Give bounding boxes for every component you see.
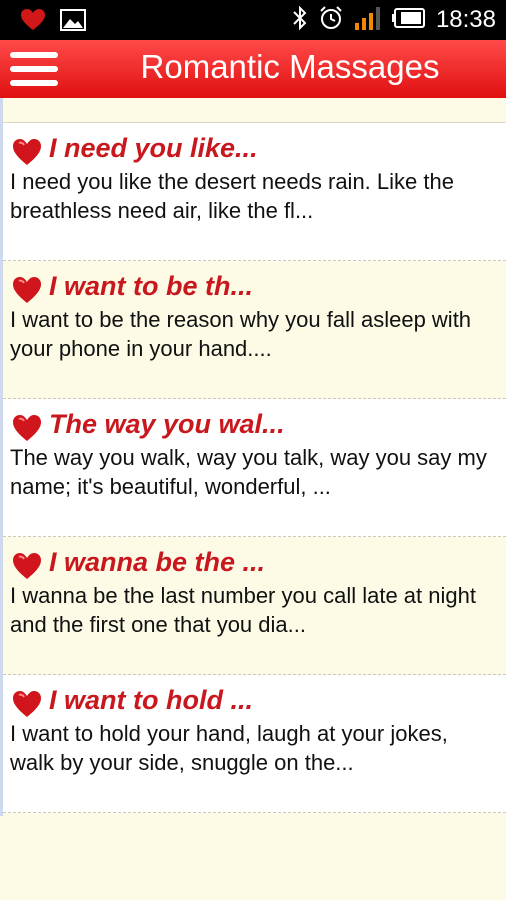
signal-icon (354, 5, 382, 36)
message-preview: I wanna be the last number you call late… (10, 583, 476, 637)
menu-icon-line (10, 52, 58, 58)
list-item[interactable]: I want to hold ... I want to hold your h… (3, 675, 506, 813)
menu-button[interactable] (8, 46, 60, 92)
message-title: I need you like... (49, 133, 258, 163)
heart-icon (13, 277, 41, 303)
alarm-icon (318, 5, 344, 36)
message-title: The way you wal... (49, 409, 285, 439)
heart-icon (13, 553, 41, 579)
gallery-icon (60, 9, 86, 36)
heart-icon (13, 139, 41, 165)
heart-icon (13, 415, 41, 441)
message-title: I want to be th... (49, 271, 253, 301)
page-title: Romantic Massages (140, 48, 440, 85)
battery-icon (391, 7, 426, 34)
message-list[interactable]: I need you like... I need you like the d… (0, 98, 506, 816)
heart-icon (13, 691, 41, 717)
menu-icon-line (10, 80, 58, 86)
clock: 18:38 (435, 6, 496, 33)
empty-area (0, 816, 506, 900)
list-item[interactable]: I need you like... I need you like the d… (3, 123, 506, 261)
message-preview: I want to hold your hand, laugh at your … (10, 721, 448, 775)
list-item[interactable]: I want to be th... I want to be the reas… (3, 261, 506, 399)
message-preview: The way you walk, way you talk, way you … (10, 445, 487, 499)
menu-icon-line (10, 66, 58, 72)
message-title: I want to hold ... (49, 685, 253, 715)
bluetooth-icon (292, 5, 308, 36)
list-item[interactable]: The way you wal... The way you walk, way… (3, 399, 506, 537)
message-preview: I want to be the reason why you fall asl… (10, 307, 472, 361)
list-spacer (3, 98, 506, 123)
message-title: I wanna be the ... (49, 547, 266, 577)
app-bar: Romantic Massages (0, 40, 506, 98)
list-item[interactable]: I wanna be the ... I wanna be the last n… (3, 537, 506, 675)
notification-heart-icon (20, 8, 46, 37)
message-preview: I need you like the desert needs rain. L… (10, 169, 454, 223)
status-bar: 18:38 (0, 0, 506, 40)
